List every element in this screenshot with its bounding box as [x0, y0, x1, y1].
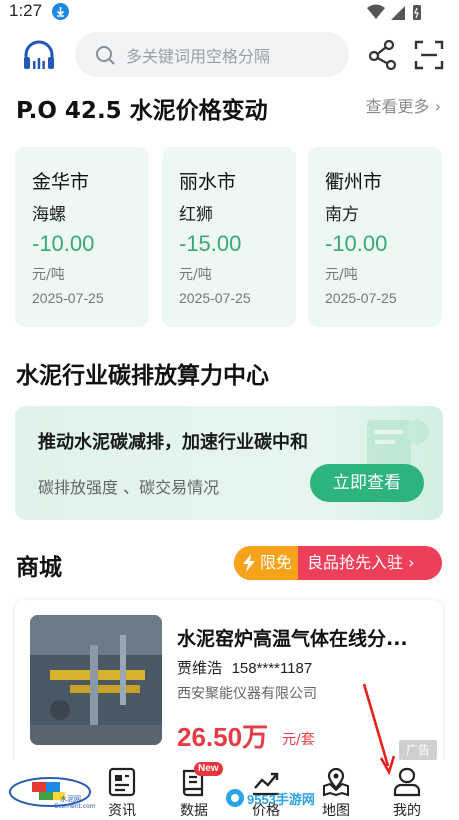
nav-news[interactable]: 资讯 [92, 766, 152, 820]
price-card-change: -10.00 [325, 231, 388, 256]
price-card-brand: 南方 [325, 205, 359, 225]
price-section-title: P.O 42.5 水泥价格变动 [16, 98, 268, 124]
price-card-date: 2025-07-25 [32, 290, 104, 306]
download-icon [52, 3, 69, 20]
free-label: 限免 [260, 553, 293, 572]
product-title: 水泥窑炉高温气体在线分... [177, 628, 408, 650]
product-price-unit: 元/套 [282, 732, 315, 748]
status-bar: 1:27 [0, 0, 459, 26]
watermark-text: 9553手游网 [247, 792, 315, 807]
headset-icon[interactable] [20, 36, 58, 74]
contact-name: 贾维浩 [177, 659, 223, 677]
logo-subtext: Ccement.com [54, 803, 96, 810]
price-card-change: -10.00 [32, 231, 95, 256]
carbon-banner-heading: 推动水泥碳减排，加速行业碳中和 [38, 432, 308, 453]
price-card-city: 金华市 [32, 171, 90, 193]
watermark-logo-icon [226, 789, 244, 807]
app-logo[interactable]: 水泥网 Ccement.com [8, 768, 96, 814]
mall-promo-tag[interactable]: 限免 良品抢先入驻 › [234, 546, 442, 580]
lightning-icon [243, 554, 255, 572]
nav-data[interactable]: New 数据 [164, 762, 224, 820]
price-card[interactable]: 衢州市 南方 -10.00 元/吨 2025-07-25 [308, 147, 442, 327]
status-icons [367, 4, 421, 20]
price-card[interactable]: 丽水市 红狮 -15.00 元/吨 2025-07-25 [162, 147, 296, 327]
top-bar: 多关键词用空格分隔 [0, 32, 459, 78]
product-image [30, 615, 162, 745]
price-card-unit: 元/吨 [32, 267, 65, 283]
nav-profile-label: 我的 [393, 803, 421, 819]
nav-data-label: 数据 [180, 803, 208, 819]
price-card-brand: 红狮 [179, 205, 213, 225]
product-price: 26.50万 [177, 722, 269, 752]
promo-label: 良品抢先入驻 › [307, 553, 415, 572]
carbon-banner-subtitle: 碳排放强度 、碳交易情况 [38, 478, 220, 497]
new-badge: New [194, 762, 223, 776]
annotation-arrow-icon [362, 683, 396, 776]
share-icon[interactable] [367, 39, 399, 71]
news-icon [108, 767, 136, 797]
nav-map-label: 地图 [322, 803, 350, 819]
price-card-date: 2025-07-25 [325, 290, 397, 306]
price-card-unit: 元/吨 [325, 267, 358, 283]
free-badge: 限免 [234, 546, 298, 580]
carbon-banner[interactable]: 推动水泥碳减排，加速行业碳中和 碳排放强度 、碳交易情况 立即查看 [15, 406, 443, 520]
price-card-unit: 元/吨 [179, 267, 212, 283]
search-box[interactable]: 多关键词用空格分隔 [75, 32, 349, 77]
carbon-section-title: 水泥行业碳排放算力中心 [16, 363, 269, 389]
scan-icon[interactable] [414, 40, 444, 70]
see-more-link[interactable]: 查看更多 › [366, 93, 442, 117]
price-card-city: 衢州市 [325, 171, 383, 193]
search-input[interactable]: 多关键词用空格分隔 [126, 43, 270, 67]
price-card-brand: 海螺 [32, 205, 66, 225]
mall-section-title: 商城 [16, 555, 62, 581]
product-company: 西安聚能仪器有限公司 [177, 686, 317, 702]
product-contact: 贾维浩 158****1187 [177, 657, 312, 678]
document-illustration-icon [367, 420, 429, 470]
view-now-button[interactable]: 立即查看 [310, 464, 424, 502]
signal-icon [391, 6, 405, 20]
nav-news-label: 资讯 [108, 803, 136, 819]
search-icon [96, 46, 115, 65]
status-time: 1:27 [9, 1, 43, 20]
price-card-date: 2025-07-25 [179, 290, 251, 306]
price-card-city: 丽水市 [179, 171, 237, 193]
price-card-change: -15.00 [179, 231, 242, 256]
chevron-right-icon: › [429, 97, 441, 116]
contact-phone: 158****1187 [231, 660, 313, 677]
wifi-icon [367, 4, 385, 19]
map-pin-icon [323, 767, 349, 797]
price-card[interactable]: 金华市 海螺 -10.00 元/吨 2025-07-25 [15, 147, 149, 327]
see-more-label: 查看更多 [365, 97, 430, 116]
